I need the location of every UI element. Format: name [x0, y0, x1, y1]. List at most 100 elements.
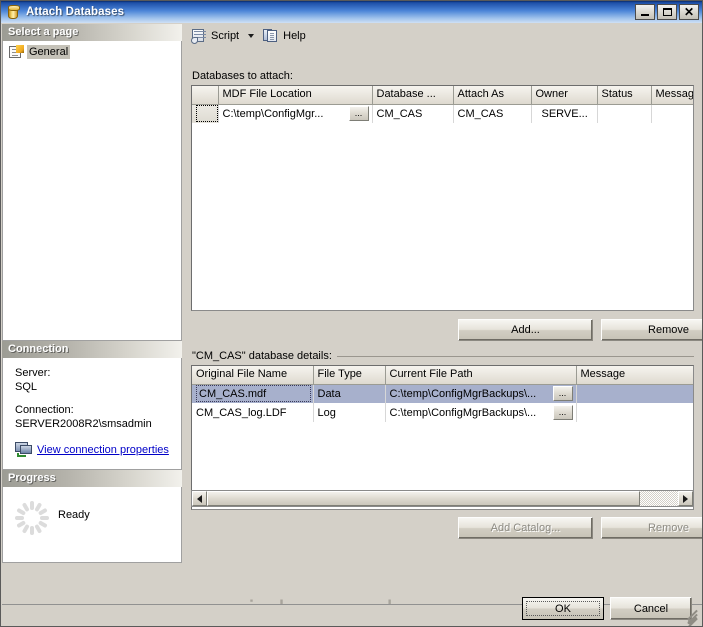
details-col-message[interactable]: Message: [576, 366, 693, 385]
databases-to-attach-grid[interactable]: MDF File Location Database ... Attach As…: [191, 85, 694, 311]
database-cylinder-icon: [5, 4, 21, 20]
progress-panel: Ready: [2, 487, 182, 563]
scrollbar-track[interactable]: [207, 491, 678, 506]
progress-spinner-icon: [15, 501, 49, 535]
cell-owner[interactable]: SERVE...: [531, 104, 598, 123]
details-horizontal-scrollbar[interactable]: [191, 490, 694, 507]
progress-header: Progress: [2, 470, 182, 487]
details-remove-button[interactable]: Remove: [601, 517, 702, 539]
attach-col-attach-as[interactable]: Attach As: [453, 86, 532, 105]
attach-col-database-name[interactable]: Database ...: [372, 86, 454, 105]
details-col-original-file-name[interactable]: Original File Name: [192, 366, 314, 385]
view-connection-properties-row[interactable]: View connection properties: [15, 442, 171, 457]
details-col-file-type[interactable]: File Type: [313, 366, 386, 385]
browse-path-button[interactable]: ...: [552, 386, 573, 402]
attach-col-rowmark[interactable]: [192, 86, 219, 105]
table-row[interactable]: CM_CAS_log.LDF Log C:\temp\ConfigMgrBack…: [192, 403, 693, 422]
view-connection-properties-link[interactable]: View connection properties: [37, 444, 169, 456]
details-col-current-file-path[interactable]: Current File Path: [385, 366, 577, 385]
remove-button-label: Remove: [648, 324, 689, 336]
script-icon: [191, 28, 207, 44]
attach-col-status[interactable]: Status: [597, 86, 652, 105]
cell-current-file-path[interactable]: C:\temp\ConfigMgrBackups\... ...: [385, 384, 577, 403]
select-page-header: Select a page: [2, 24, 182, 41]
page-properties-icon: [8, 44, 24, 60]
ok-button[interactable]: OK: [522, 597, 604, 620]
toolbar: Script Help: [183, 24, 702, 48]
cell-status[interactable]: [597, 104, 652, 123]
cell-details-message[interactable]: [576, 384, 693, 403]
details-remove-button-label: Remove: [648, 522, 689, 534]
cancel-button[interactable]: Cancel: [610, 597, 692, 620]
window-controls: ✕: [635, 4, 699, 20]
databases-to-attach-label: Databases to attach:: [192, 70, 293, 82]
help-label: Help: [283, 30, 306, 42]
attach-col-mdf-file-location[interactable]: MDF File Location: [218, 86, 373, 105]
left-pane: Select a page General Connection Server:…: [2, 24, 182, 604]
server-value: SQL: [15, 381, 38, 393]
original-file-name-value: CM_CAS.mdf: [199, 387, 267, 400]
connection-header: Connection: [2, 341, 182, 358]
connection-properties-icon: [15, 442, 33, 457]
arrow-left-icon: [197, 494, 202, 503]
scrollbar-thumb[interactable]: [207, 491, 641, 506]
close-button[interactable]: ✕: [679, 4, 699, 20]
attach-col-owner[interactable]: Owner: [531, 86, 598, 105]
details-grid-header-row: Original File Name File Type Current Fil…: [192, 366, 693, 385]
help-button[interactable]: Help: [260, 26, 309, 46]
script-label: Script: [211, 30, 240, 42]
cell-original-file-name[interactable]: CM_CAS.mdf: [192, 384, 314, 403]
minimize-button[interactable]: [635, 4, 655, 20]
server-label: Server:: [15, 367, 51, 379]
resize-grip-icon[interactable]: [686, 609, 700, 626]
attach-databases-dialog: Attach Databases ✕ Select a page General…: [0, 0, 703, 627]
table-row[interactable]: CM_CAS.mdf Data C:\temp\ConfigMgrBackups…: [192, 384, 693, 403]
remove-button[interactable]: Remove: [601, 319, 702, 341]
attach-grid-header-row: MDF File Location Database ... Attach As…: [192, 86, 693, 105]
scroll-left-button[interactable]: [192, 491, 207, 506]
row-selector-cell[interactable]: [192, 104, 219, 123]
cell-mdf-file-location[interactable]: C:\temp\ConfigMgr... ...: [218, 104, 373, 123]
cell-file-type[interactable]: Log: [313, 403, 386, 422]
cell-database-name[interactable]: CM_CAS: [372, 104, 454, 123]
add-catalog-button[interactable]: Add Catalog...: [458, 517, 593, 539]
current-file-path-value: C:\temp\ConfigMgrBackups\...: [389, 387, 537, 400]
maximize-button[interactable]: [657, 4, 677, 20]
cell-file-type[interactable]: Data: [313, 384, 386, 403]
arrow-right-icon: [683, 494, 688, 503]
browse-mdf-button[interactable]: ...: [348, 106, 369, 122]
help-icon: [263, 28, 279, 44]
sidebar-item-label: General: [27, 45, 71, 59]
cell-details-message[interactable]: [576, 403, 693, 422]
scroll-right-button[interactable]: [678, 491, 693, 506]
mdf-file-location-value: C:\temp\ConfigMgr...: [222, 107, 324, 120]
sidebar-item-general[interactable]: General: [6, 44, 84, 60]
attach-grid-table: MDF File Location Database ... Attach As…: [192, 86, 693, 123]
window-title: Attach Databases: [26, 6, 125, 18]
title-bar[interactable]: Attach Databases ✕: [1, 1, 702, 23]
progress-status: Ready: [58, 509, 90, 521]
add-button-label: Add...: [511, 324, 540, 336]
current-file-path-value: C:\temp\ConfigMgrBackups\...: [389, 406, 537, 419]
cell-message[interactable]: [651, 104, 693, 123]
add-catalog-button-label: Add Catalog...: [490, 522, 561, 534]
database-details-label: "CM_CAS" database details:: [192, 350, 337, 362]
add-button[interactable]: Add...: [458, 319, 593, 341]
attach-col-message[interactable]: Message: [651, 86, 693, 105]
cell-original-file-name[interactable]: CM_CAS_log.LDF: [192, 403, 314, 422]
cell-current-file-path[interactable]: C:\temp\ConfigMgrBackups\... ...: [385, 403, 577, 422]
table-row[interactable]: C:\temp\ConfigMgr... ... CM_CAS CM_CAS S…: [192, 104, 693, 123]
cell-attach-as[interactable]: CM_CAS: [453, 104, 532, 123]
ok-button-label: OK: [555, 602, 571, 615]
details-grid-table: Original File Name File Type Current Fil…: [192, 366, 693, 422]
connection-value: SERVER2008R2\smsadmin: [15, 418, 152, 430]
connection-panel: Server: SQL Connection: SERVER2008R2\sms…: [2, 358, 182, 470]
script-button[interactable]: Script: [188, 26, 242, 46]
page-list: General: [2, 41, 182, 341]
connection-label: Connection:: [15, 404, 74, 416]
right-pane: Script Help Databases to attach: MDF Fil…: [183, 24, 702, 604]
database-details-grid[interactable]: Original File Name File Type Current Fil…: [191, 365, 694, 510]
chevron-down-icon[interactable]: [248, 34, 255, 38]
cancel-button-label: Cancel: [633, 602, 669, 615]
browse-path-button[interactable]: ...: [552, 405, 573, 420]
